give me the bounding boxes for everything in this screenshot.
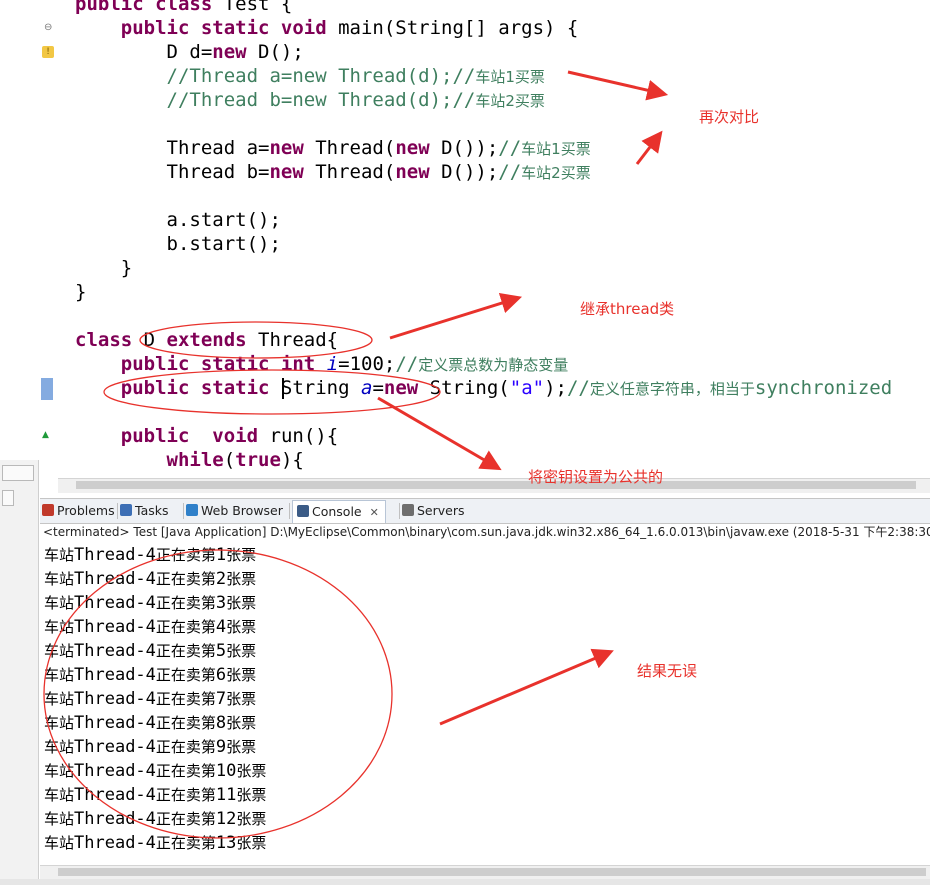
circle-class-d: [139, 321, 373, 359]
arrow-to-compare-note-2: [635, 130, 663, 165]
arrow-to-compare-note-1: [567, 70, 669, 101]
annotation-layer: [43, 70, 669, 839]
arrow-public-key: [377, 396, 502, 471]
circle-string-a: [103, 369, 441, 415]
arrow-result: [439, 648, 614, 726]
annotation-public-key: 将密钥设置为公共的: [528, 468, 664, 486]
annotation-compare: 再次对比: [699, 108, 760, 126]
annotation-inherit: 继承thread类: [580, 300, 675, 318]
annotation-result: 结果无误: [637, 662, 698, 680]
arrow-inherit: [389, 292, 523, 340]
circle-output: [43, 549, 393, 839]
